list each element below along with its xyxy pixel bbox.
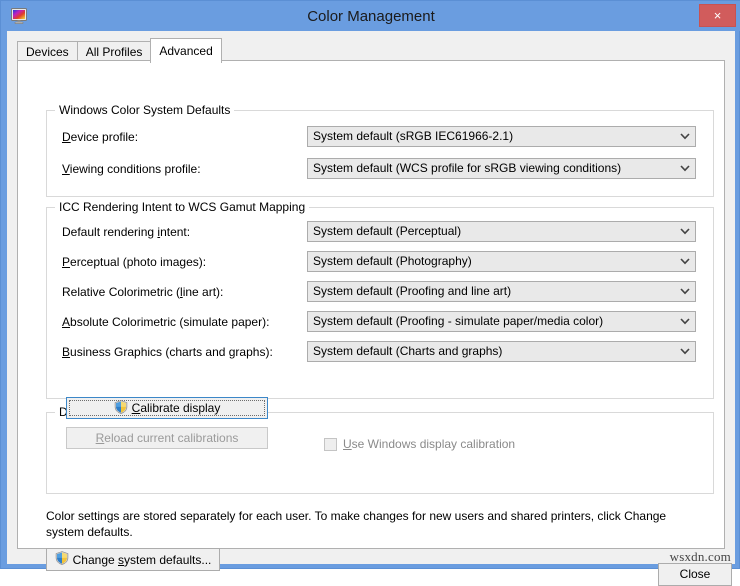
watermark: wsxdn.com (670, 549, 731, 565)
label-viewing-conditions-accel: V (62, 162, 70, 176)
label-absolute-colorimetric-post: bsolute Colorimetric (simulate paper): (70, 315, 269, 329)
color-settings-note: Color settings are stored separately for… (46, 508, 706, 540)
close-icon: × (700, 5, 735, 26)
tab-all-profiles-label: All Profiles (86, 45, 143, 59)
change-system-defaults-post: ystem defaults... (124, 553, 211, 567)
combo-viewing-conditions-profile[interactable]: System default (WCS profile for sRGB vie… (307, 158, 696, 179)
tab-advanced-label: Advanced (159, 44, 212, 58)
tab-devices-label: Devices (26, 45, 69, 59)
window-title: Color Management (1, 1, 740, 31)
calibrate-display-button[interactable]: Calibrate display (66, 397, 268, 419)
label-relative-colorimetric: Relative Colorimetric (line art): (62, 285, 223, 299)
label-business-graphics: Business Graphics (charts and graphs): (62, 345, 273, 359)
combo-relative-colorimetric-value: System default (Proofing and line art) (313, 282, 673, 301)
label-absolute-colorimetric: Absolute Colorimetric (simulate paper): (62, 315, 269, 329)
group-windows-color-system-defaults: Windows Color System Defaults (46, 110, 714, 197)
chevron-down-icon (675, 342, 695, 361)
chevron-down-icon (675, 222, 695, 241)
combo-absolute-colorimetric[interactable]: System default (Proofing - simulate pape… (307, 311, 696, 332)
tab-strip: Devices All Profiles Advanced (17, 38, 221, 60)
close-dialog-button[interactable]: Close (658, 563, 732, 586)
close-window-button[interactable]: × (699, 4, 736, 27)
checkbox-box (324, 438, 337, 451)
chevron-down-icon (675, 252, 695, 271)
label-default-rendering-intent: Default rendering intent: (62, 225, 190, 239)
use-windows-display-calibration-accel: U (343, 437, 352, 451)
combo-perceptual-value: System default (Photography) (313, 252, 673, 271)
label-business-graphics-post: usiness Graphics (charts and graphs): (70, 345, 273, 359)
label-default-rendering-intent-post: ntent: (160, 225, 190, 239)
combo-default-rendering-intent[interactable]: System default (Perceptual) (307, 221, 696, 242)
reload-current-calibrations-text: eload current calibrations (104, 431, 238, 445)
combo-device-profile[interactable]: System default (sRGB IEC61966-2.1) (307, 126, 696, 147)
label-perceptual-accel: P (62, 255, 70, 269)
calibrate-display-text: alibrate display (140, 401, 220, 415)
label-viewing-conditions-profile: Viewing conditions profile: (62, 162, 201, 176)
change-system-defaults-button[interactable]: Change system defaults... (46, 548, 220, 571)
use-windows-display-calibration-label: Use Windows display calibration (343, 437, 515, 451)
group-wcs-title: Windows Color System Defaults (55, 103, 234, 117)
calibrate-display-accel: C (132, 401, 141, 415)
uac-shield-icon (55, 551, 69, 568)
close-dialog-label: Close (680, 564, 711, 585)
combo-absolute-colorimetric-value: System default (Proofing - simulate pape… (313, 312, 673, 331)
chevron-down-icon (675, 127, 695, 146)
label-relative-colorimetric-pre: Relative Colorimetric ( (62, 285, 180, 299)
change-system-defaults-label: Change system defaults... (73, 553, 212, 567)
combo-business-graphics-value: System default (Charts and graphs) (313, 342, 673, 361)
combo-relative-colorimetric[interactable]: System default (Proofing and line art) (307, 281, 696, 302)
label-device-profile: Device profile: (62, 130, 138, 144)
combo-viewing-conditions-value: System default (WCS profile for sRGB vie… (313, 159, 673, 178)
calibrate-display-label: Calibrate display (132, 401, 221, 415)
label-absolute-colorimetric-accel: A (62, 315, 70, 329)
label-perceptual-post: erceptual (photo images): (70, 255, 206, 269)
chevron-down-icon (675, 159, 695, 178)
color-management-window: Color Management × Devices All Profiles … (0, 0, 740, 569)
advanced-tab-panel: Windows Color System Defaults Device pro… (17, 60, 725, 549)
label-device-profile-text: evice profile: (71, 130, 138, 144)
uac-shield-icon (114, 400, 128, 417)
label-viewing-conditions-text: iewing conditions profile: (70, 162, 201, 176)
title-bar: Color Management × (1, 1, 740, 31)
tab-advanced[interactable]: Advanced (150, 38, 221, 63)
combo-business-graphics[interactable]: System default (Charts and graphs) (307, 341, 696, 362)
combo-perceptual[interactable]: System default (Photography) (307, 251, 696, 272)
combo-default-rendering-intent-value: System default (Perceptual) (313, 222, 673, 241)
label-perceptual: Perceptual (photo images): (62, 255, 206, 269)
label-business-graphics-accel: B (62, 345, 70, 359)
client-area: Devices All Profiles Advanced Windows Co… (7, 31, 735, 564)
use-windows-display-calibration-checkbox: Use Windows display calibration (324, 435, 515, 453)
group-icc-title: ICC Rendering Intent to WCS Gamut Mappin… (55, 200, 309, 214)
reload-current-calibrations-accel: R (96, 431, 105, 445)
combo-device-profile-value: System default (sRGB IEC61966-2.1) (313, 127, 673, 146)
label-device-profile-accel: D (62, 130, 71, 144)
group-display-calibration: Display Calibration (46, 412, 714, 494)
label-relative-colorimetric-post: ine art): (183, 285, 224, 299)
use-windows-display-calibration-text: se Windows display calibration (352, 437, 515, 451)
change-system-defaults-pre: Change (73, 553, 118, 567)
reload-current-calibrations-label: Reload current calibrations (96, 431, 239, 445)
chevron-down-icon (675, 282, 695, 301)
reload-current-calibrations-button: Reload current calibrations (66, 427, 268, 449)
label-default-rendering-intent-pre: Default rendering (62, 225, 157, 239)
chevron-down-icon (675, 312, 695, 331)
